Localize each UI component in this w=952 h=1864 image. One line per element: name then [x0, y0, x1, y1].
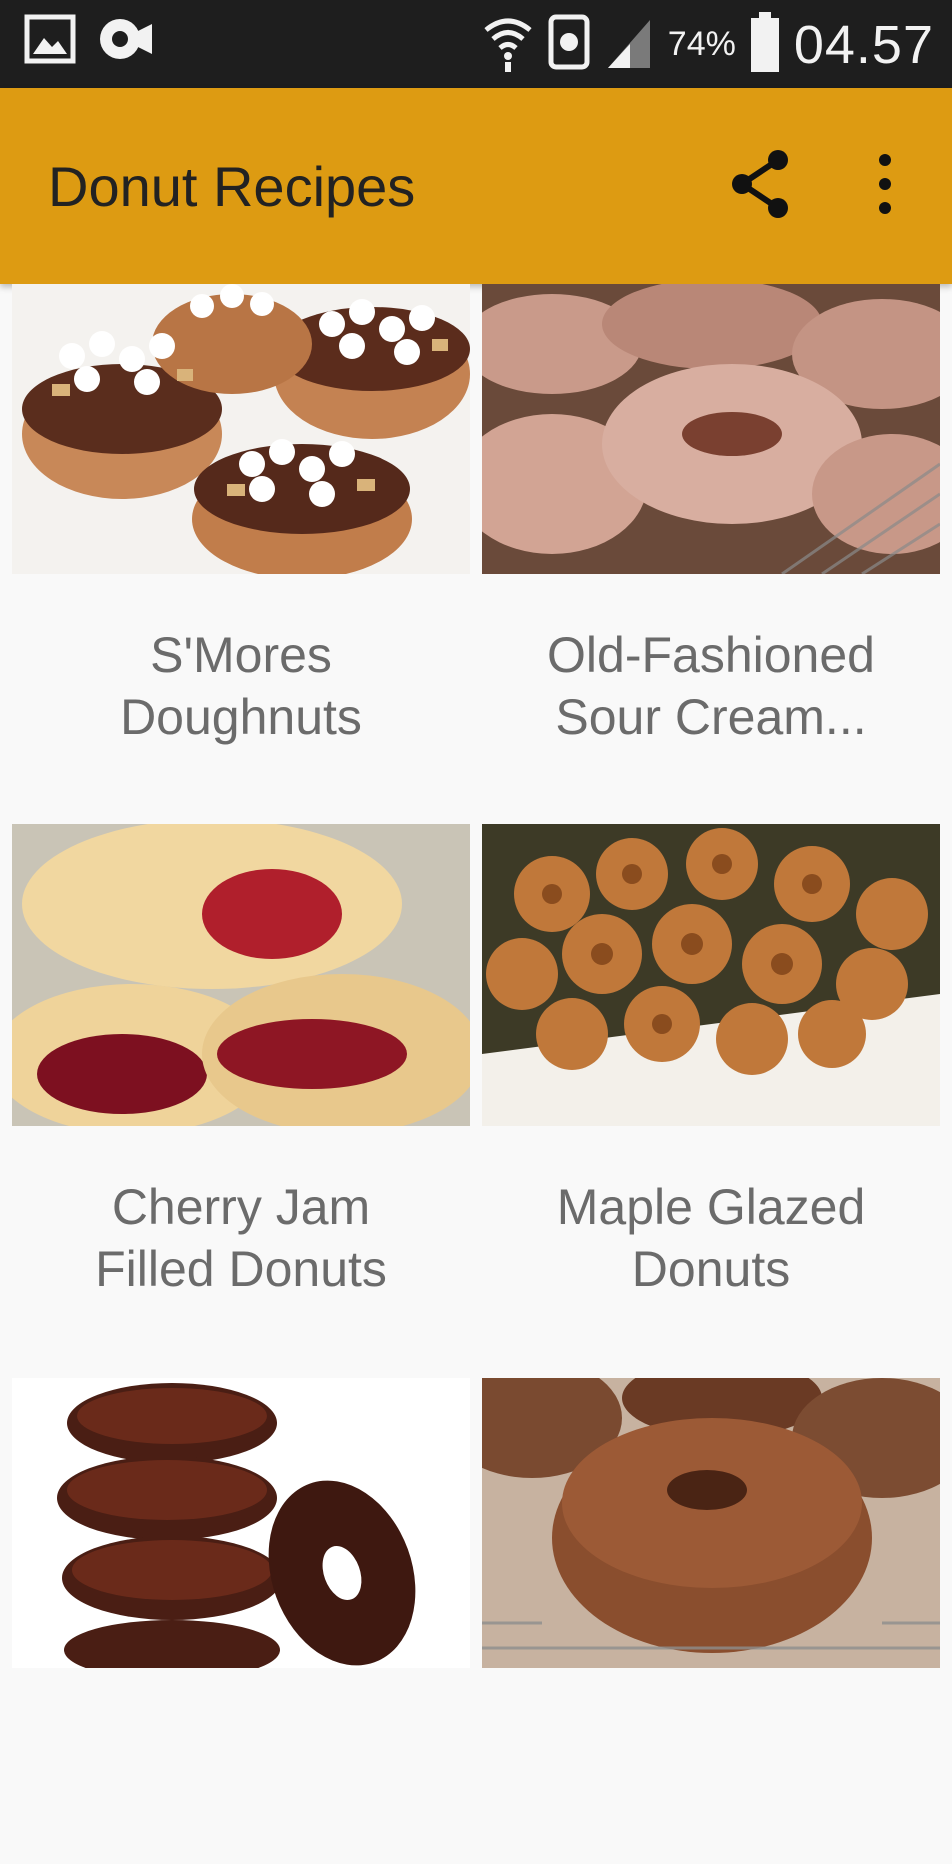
title-line-1: Old-Fashioned	[547, 627, 875, 683]
signal-icon	[604, 14, 654, 75]
battery-icon	[750, 12, 780, 77]
app-title: Donut Recipes	[48, 155, 416, 218]
recipe-image	[12, 284, 470, 574]
recipe-card-smores[interactable]: S'Mores Doughnuts	[12, 284, 470, 745]
clock: 04.57	[793, 14, 934, 75]
title-line-1: Maple Glazed	[556, 1179, 866, 1235]
title-line-2: Filled Donuts	[95, 1241, 387, 1297]
title-line-2: Doughnuts	[120, 689, 362, 745]
recipe-title: S'Mores Doughnuts	[12, 624, 470, 748]
recipe-image	[482, 1378, 940, 1668]
share-button[interactable]	[726, 146, 796, 226]
recipe-card-chocolate-frosted[interactable]	[482, 1378, 940, 1668]
title-line-1: S'Mores	[150, 627, 332, 683]
app-bar: Donut Recipes	[0, 88, 952, 284]
more-vert-icon	[879, 154, 891, 214]
title-line-1: Cherry Jam	[111, 1179, 371, 1235]
title-line-2: Sour Cream...	[555, 689, 867, 745]
recipe-image	[482, 284, 940, 574]
recipe-title: Old-Fashioned Sour Cream...	[482, 624, 940, 748]
video-recorder-icon	[98, 14, 154, 69]
recipe-card-cherry-jam[interactable]: Cherry Jam Filled Donuts	[12, 824, 470, 1297]
more-options-button[interactable]	[860, 146, 910, 226]
wifi-icon	[482, 10, 534, 79]
nfc-icon	[548, 14, 590, 75]
share-icon	[732, 150, 788, 218]
status-bar: 74% 04.57	[0, 0, 952, 88]
recipe-card-chocolate-glazed[interactable]	[12, 1378, 470, 1668]
recipe-card-old-fashioned-sour-cream[interactable]: Old-Fashioned Sour Cream...	[482, 284, 940, 745]
recipe-title: Maple Glazed Donuts	[482, 1176, 940, 1300]
title-line-2: Donuts	[631, 1241, 791, 1297]
battery-percent: 74%	[667, 25, 736, 63]
gallery-icon	[24, 14, 76, 69]
recipe-title: Cherry Jam Filled Donuts	[12, 1176, 470, 1300]
recipe-image	[482, 824, 940, 1126]
recipe-card-maple-glazed[interactable]: Maple Glazed Donuts	[482, 824, 940, 1297]
recipe-image	[12, 824, 470, 1126]
recipe-image	[12, 1378, 470, 1668]
